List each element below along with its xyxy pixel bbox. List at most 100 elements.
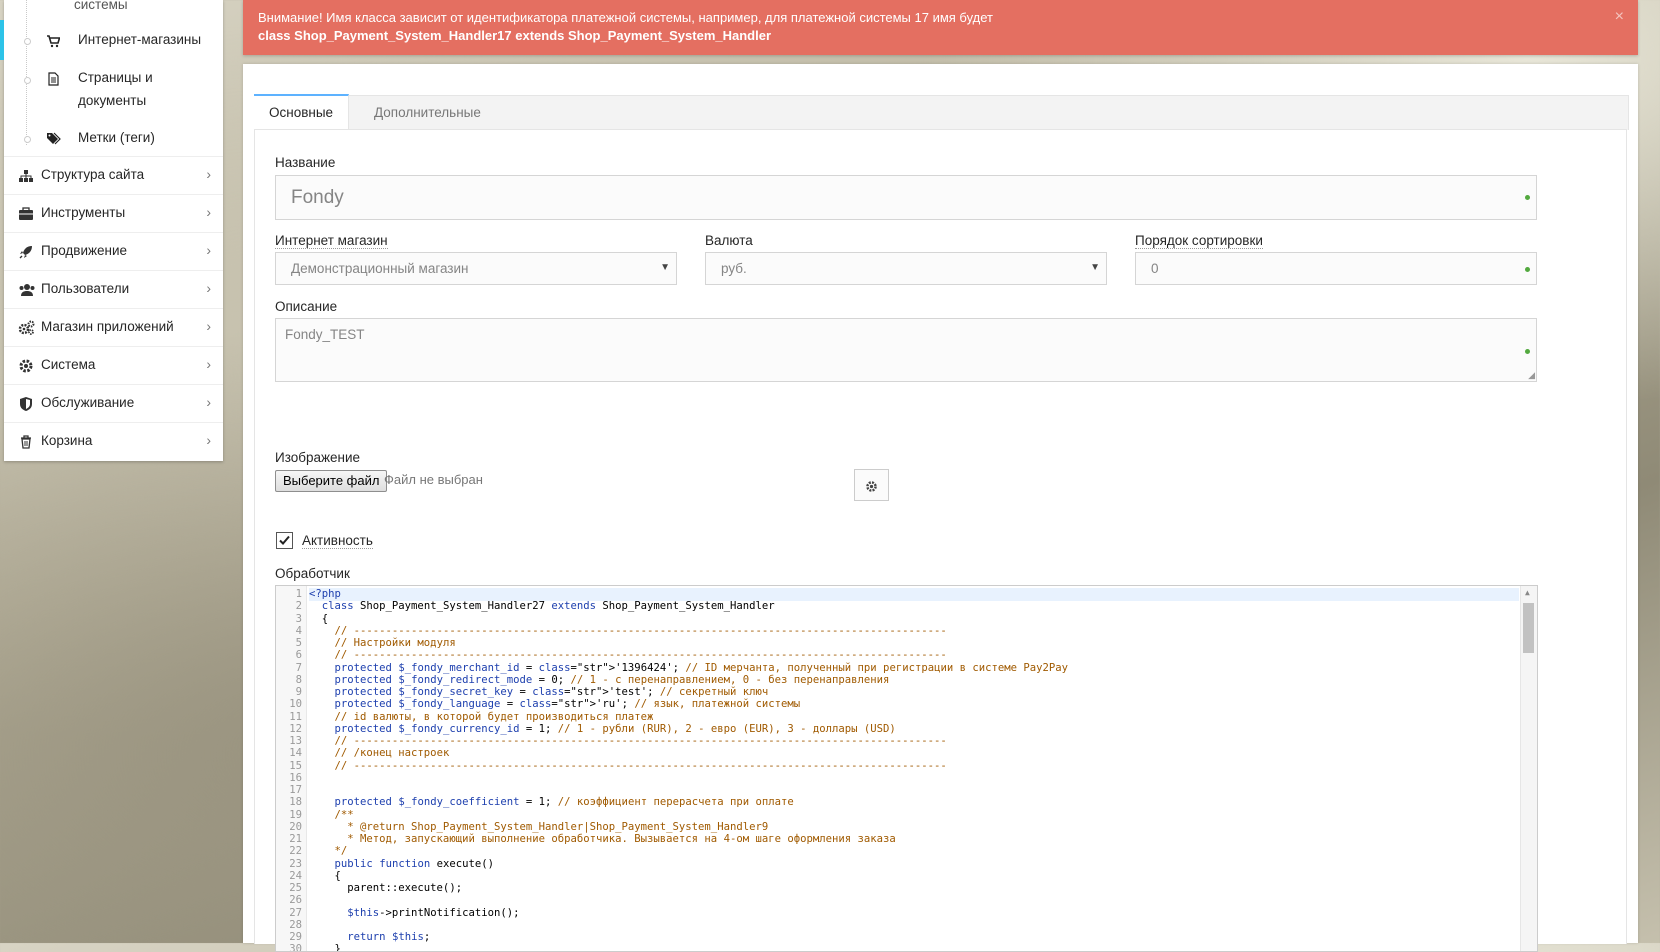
editor-scrollbar[interactable]: ▲	[1520, 586, 1537, 951]
line-number: 30	[289, 943, 302, 952]
code-line: $this->printNotification();	[347, 906, 520, 919]
scrollbar-thumb[interactable]	[1523, 603, 1534, 653]
line-number: 29	[289, 931, 302, 943]
code-line: <?php	[309, 588, 1519, 601]
tree-bullet	[24, 136, 31, 143]
choose-file-button[interactable]: Выберите файл	[275, 470, 388, 492]
sidebar-item-maintenance[interactable]: Обслуживание ›	[4, 384, 223, 423]
chevron-right-icon: ›	[206, 432, 211, 448]
active-label: Активность	[302, 533, 373, 549]
sidebar-item-app-store[interactable]: Магазин приложений ›	[4, 308, 223, 347]
valid-indicator	[1525, 195, 1530, 200]
shield-icon	[18, 396, 34, 412]
check-icon	[279, 535, 290, 545]
sidebar-item-tools[interactable]: Инструменты ›	[4, 194, 223, 233]
resize-handle-icon[interactable]: ◢	[1528, 370, 1535, 381]
line-number: 24	[289, 869, 302, 882]
cogs-icon	[18, 320, 35, 336]
line-number: 1	[295, 588, 302, 600]
line-number: 28	[289, 918, 302, 931]
code-line: class Shop_Payment_System_Handler27 exte…	[321, 600, 775, 613]
line-number: 7	[295, 661, 302, 674]
line-number: 23	[289, 857, 302, 870]
line-number: 20	[289, 820, 302, 833]
line-number: 25	[289, 882, 302, 894]
code-line: {	[309, 869, 341, 882]
image-settings-button[interactable]	[854, 469, 889, 501]
currency-label: Валюта	[705, 233, 753, 248]
sidebar-subitem-label: Метки (теги)	[78, 130, 155, 145]
image-label: Изображение	[275, 450, 361, 465]
currency-select[interactable]: руб. ▼	[705, 252, 1107, 285]
menu-label: Корзина	[41, 433, 93, 448]
code-line: // id валюты, в которой будет производит…	[334, 710, 654, 723]
sidebar-item-promotion[interactable]: Продвижение ›	[4, 232, 223, 271]
line-number: 26	[289, 894, 302, 907]
line-number: 14	[289, 747, 302, 760]
chevron-right-icon: ›	[206, 204, 211, 220]
sitemap-icon	[18, 168, 34, 184]
file-status-text: Файл не выбран	[384, 472, 483, 487]
menu-label: Обслуживание	[41, 395, 135, 410]
code-line: protected $_fondy_coefficient = 1; // ко…	[334, 796, 794, 809]
line-number: 8	[295, 673, 302, 686]
code-line: protected $_fondy_merchant_id = class="s…	[334, 661, 1069, 674]
sidebar-item-users[interactable]: Пользователи ›	[4, 270, 223, 309]
trash-icon	[18, 434, 34, 450]
line-number-gutter: 1 2 3 4 5 6 7 8 9 10 11 12 13 14 15 16 17 18 19 20 21 22 23 24 2…	[276, 586, 307, 951]
code-editor[interactable]: 1 2 3 4 5 6 7 8 9 10 11 12 13 14 15 16 17 18 19 20 21 22 23 24 2…	[275, 585, 1538, 952]
chevron-right-icon: ›	[206, 166, 211, 182]
menu-label: Продвижение	[41, 243, 128, 258]
name-label: Название	[275, 155, 336, 170]
code-line: // -------------------------------------…	[334, 759, 947, 772]
description-value: Fondy_TEST	[285, 327, 365, 342]
sidebar-subitem-label: Интернет-магазины	[78, 32, 202, 47]
name-input-value: Fondy	[291, 187, 344, 208]
line-number: 18	[289, 796, 302, 809]
line-number: 10	[289, 698, 302, 711]
valid-indicator	[1525, 349, 1530, 354]
line-number: 27	[289, 906, 302, 919]
warning-alert: Внимание! Имя класса зависит от идентифи…	[243, 0, 1638, 55]
code-line: // -------------------------------------…	[334, 735, 947, 747]
line-number: 5	[295, 637, 302, 649]
line-number: 11	[289, 710, 302, 723]
name-input[interactable]: Fondy	[275, 175, 1537, 220]
chevron-right-icon: ›	[206, 318, 211, 334]
code-line: {	[309, 612, 329, 625]
close-icon[interactable]: ×	[1615, 8, 1624, 26]
menu-label: Структура сайта	[41, 167, 145, 182]
line-number: 12	[289, 722, 302, 735]
sidebar-item-site-structure[interactable]: Структура сайта ›	[4, 156, 223, 195]
code-line: return $this;	[347, 931, 431, 943]
active-checkbox[interactable]	[276, 532, 293, 549]
line-number: 21	[289, 833, 302, 845]
tab-content: Название Fondy Интернет магазин Демонстр…	[254, 129, 1627, 952]
handler-label: Обработчик	[275, 566, 350, 581]
sidebar-item-system[interactable]: Система ›	[4, 346, 223, 385]
code-line: /**	[309, 808, 354, 821]
shop-select[interactable]: Демонстрационный магазин ▼	[275, 252, 677, 285]
scroll-up-icon[interactable]: ▲	[1525, 588, 1530, 597]
submenu-tree-line	[26, 0, 27, 145]
sort-input-value: 0	[1151, 261, 1159, 276]
alert-message: Внимание! Имя класса зависит от идентифи…	[258, 10, 994, 25]
code-line: */	[309, 845, 348, 858]
main-panel: Основные Дополнительные Название Fondy И…	[243, 64, 1638, 952]
code-line: protected $_fondy_secret_key = class="st…	[334, 686, 769, 698]
shop-label: Интернет магазин	[275, 233, 388, 249]
tab-main[interactable]: Основные	[254, 94, 350, 132]
sort-input[interactable]: 0	[1135, 252, 1537, 285]
sort-label: Порядок сортировки	[1135, 233, 1263, 249]
tree-bullet	[24, 38, 31, 45]
code-line: }	[309, 943, 341, 952]
menu-label: Пользователи	[41, 281, 130, 296]
alert-class-example: class Shop_Payment_System_Handler17 exte…	[258, 28, 772, 43]
description-textarea[interactable]: Fondy_TEST ◢	[275, 318, 1537, 382]
code-line: parent::execute();	[309, 882, 463, 894]
code-line: // /конец настроек	[334, 747, 450, 760]
shop-select-value: Демонстрационный магазин	[291, 261, 469, 276]
tab-additional[interactable]: Дополнительные	[359, 96, 496, 130]
line-number: 22	[289, 845, 302, 858]
sidebar-item-trash[interactable]: Корзина ›	[4, 422, 223, 461]
